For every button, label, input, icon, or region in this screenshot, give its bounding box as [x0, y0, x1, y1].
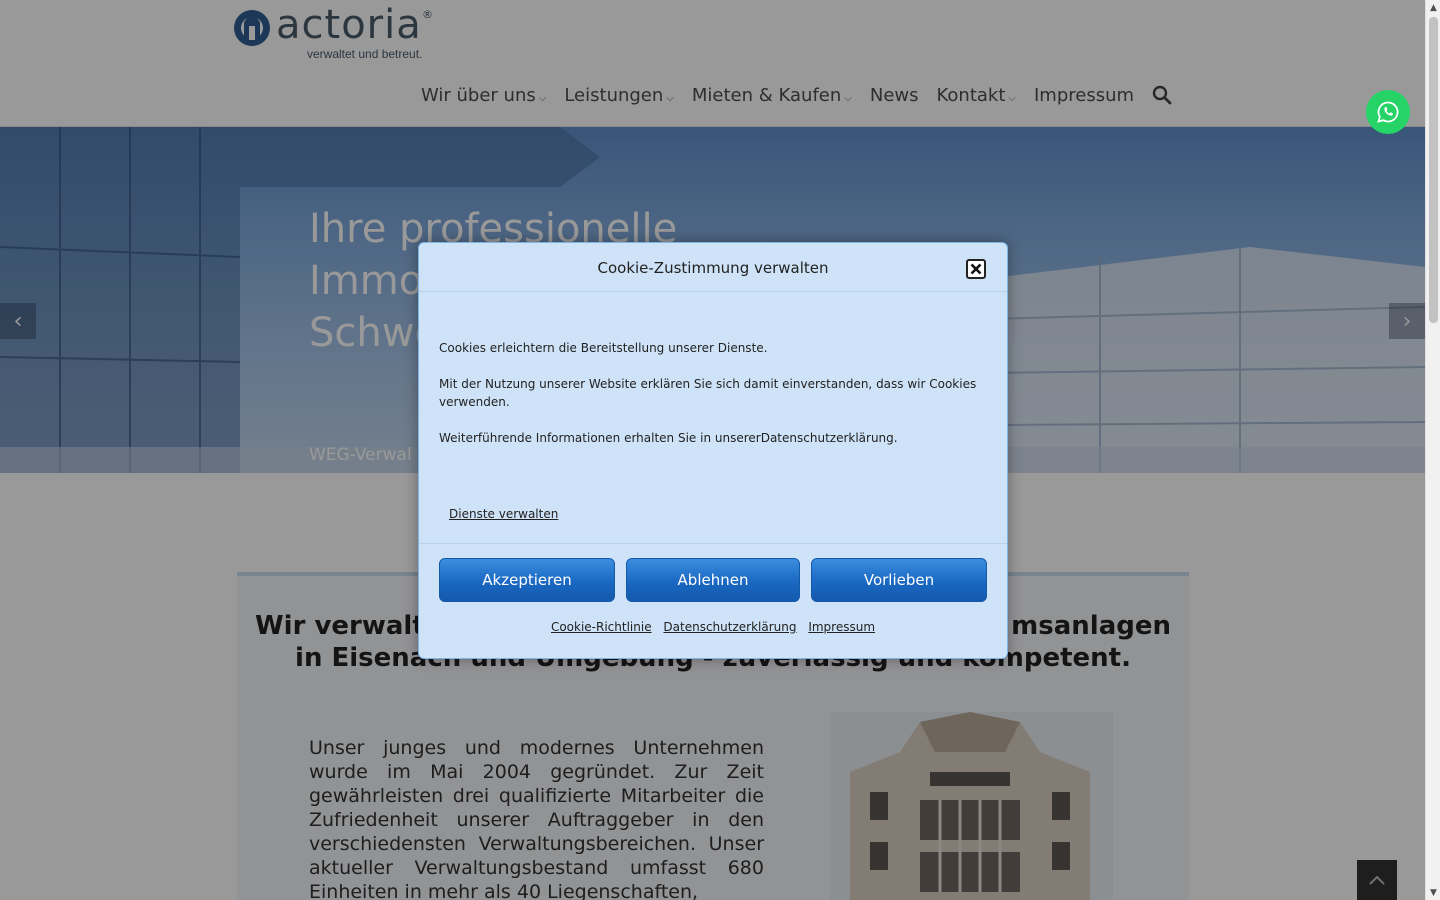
accept-button[interactable]: Akzeptieren	[439, 558, 615, 602]
scroll-down-arrow-icon[interactable]: ▼	[1426, 885, 1440, 900]
preferences-button[interactable]: Vorlieben	[811, 558, 987, 602]
close-icon	[970, 263, 982, 275]
imprint-link[interactable]: Impressum	[808, 620, 875, 634]
dialog-body: Cookies erleichtern die Bereitstellung u…	[439, 339, 987, 465]
whatsapp-icon	[1377, 101, 1399, 123]
dialog-footer-links: Cookie-Richtlinie Datenschutzerklärung I…	[419, 620, 1007, 634]
privacy-policy-link[interactable]: Datenschutzerklärung	[663, 620, 796, 634]
dialog-paragraph: Mit der Nutzung unserer Website erklären…	[439, 377, 977, 409]
dialog-header: Cookie-Zustimmung verwalten	[419, 243, 1007, 292]
page-scrollbar[interactable]: ▲ ▼	[1425, 0, 1440, 900]
manage-services-link[interactable]: Dienste verwalten	[449, 507, 558, 521]
dialog-title: Cookie-Zustimmung verwalten	[597, 259, 829, 277]
page: actoria ® verwaltet und betreut. Wir übe…	[0, 0, 1425, 900]
scroll-thumb[interactable]	[1429, 17, 1438, 323]
divider	[419, 543, 1007, 544]
scroll-up-arrow-icon[interactable]: ▲	[1426, 0, 1440, 15]
dialog-paragraph: Cookies erleichtern die Bereitstellung u…	[439, 341, 768, 355]
deny-button[interactable]: Ablehnen	[626, 558, 800, 602]
close-button[interactable]	[966, 259, 986, 279]
whatsapp-button[interactable]	[1366, 90, 1410, 134]
cookie-consent-dialog: Cookie-Zustimmung verwalten Cookies erle…	[418, 242, 1008, 659]
dialog-paragraph: Weiterführende Informationen erhalten Si…	[439, 431, 898, 445]
cookie-policy-link[interactable]: Cookie-Richtlinie	[551, 620, 652, 634]
